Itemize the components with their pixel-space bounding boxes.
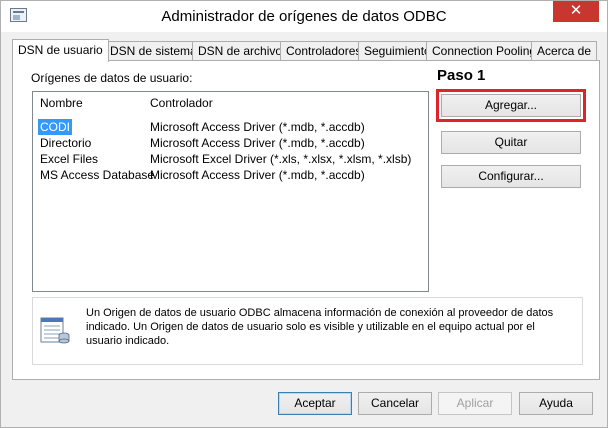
window-title: Administrador de orígenes de datos ODBC — [161, 8, 447, 25]
row-driver: Microsoft Excel Driver (*.xls, *.xlsx, *… — [150, 152, 412, 166]
row-name: CODI — [38, 119, 72, 135]
data-sources-list[interactable]: Nombre Controlador CODI Microsoft Access… — [32, 91, 429, 292]
close-button[interactable]: ✕ — [553, 1, 599, 22]
row-driver: Microsoft Access Driver (*.mdb, *.accdb) — [150, 136, 365, 150]
table-row[interactable]: Excel Files Microsoft Excel Driver (*.xl… — [33, 151, 428, 167]
add-button[interactable]: Agregar... — [441, 94, 581, 117]
configure-button[interactable]: Configurar... — [441, 165, 581, 188]
tab-dsn-archivo[interactable]: DSN de archivo — [192, 41, 289, 61]
tab-dsn-usuario[interactable]: DSN de usuario — [12, 39, 109, 62]
step-annotation: Paso 1 — [437, 67, 486, 84]
tab-dsn-sistema[interactable]: DSN de sistema — [104, 41, 203, 61]
column-header-nombre[interactable]: Nombre — [40, 96, 83, 110]
list-header: Nombre Controlador — [33, 92, 428, 116]
row-name: Directorio — [40, 136, 92, 150]
tab-seguimiento[interactable]: Seguimiento — [358, 41, 437, 61]
ok-button[interactable]: Aceptar — [278, 392, 352, 415]
tab-controladores[interactable]: Controladores — [280, 41, 368, 61]
table-row[interactable]: MS Access Database Microsoft Access Driv… — [33, 167, 428, 183]
section-label: Orígenes de datos de usuario: — [31, 71, 193, 85]
tab-panel-dsn-usuario: Orígenes de datos de usuario: Paso 1 Nom… — [12, 60, 600, 380]
help-button[interactable]: Ayuda — [519, 392, 593, 415]
row-driver: Microsoft Access Driver (*.mdb, *.accdb) — [150, 168, 365, 182]
row-driver: Microsoft Access Driver (*.mdb, *.accdb) — [150, 120, 365, 134]
cancel-button[interactable]: Cancelar — [358, 392, 432, 415]
apply-button[interactable]: Aplicar — [438, 392, 512, 415]
info-description: Un Origen de datos de usuario ODBC almac… — [86, 307, 554, 347]
table-row[interactable]: Directorio Microsoft Access Driver (*.md… — [33, 135, 428, 151]
database-document-icon — [40, 317, 70, 344]
tab-acerca-de[interactable]: Acerca de — [531, 41, 598, 61]
title-bar[interactable]: Administrador de orígenes de datos ODBC … — [1, 1, 607, 32]
column-header-controlador[interactable]: Controlador — [150, 96, 213, 110]
table-row[interactable]: CODI Microsoft Access Driver (*.mdb, *.a… — [33, 119, 428, 135]
row-name: Excel Files — [40, 152, 99, 166]
row-name: MS Access Database — [40, 168, 155, 182]
remove-button[interactable]: Quitar — [441, 131, 581, 154]
info-box: Un Origen de datos de usuario ODBC almac… — [32, 297, 583, 365]
tab-connection-pooling[interactable]: Connection Pooling — [426, 41, 543, 61]
tab-strip: DSN de usuario DSN de sistema DSN de arc… — [12, 39, 602, 62]
odbc-admin-window: Administrador de orígenes de datos ODBC … — [0, 0, 608, 428]
